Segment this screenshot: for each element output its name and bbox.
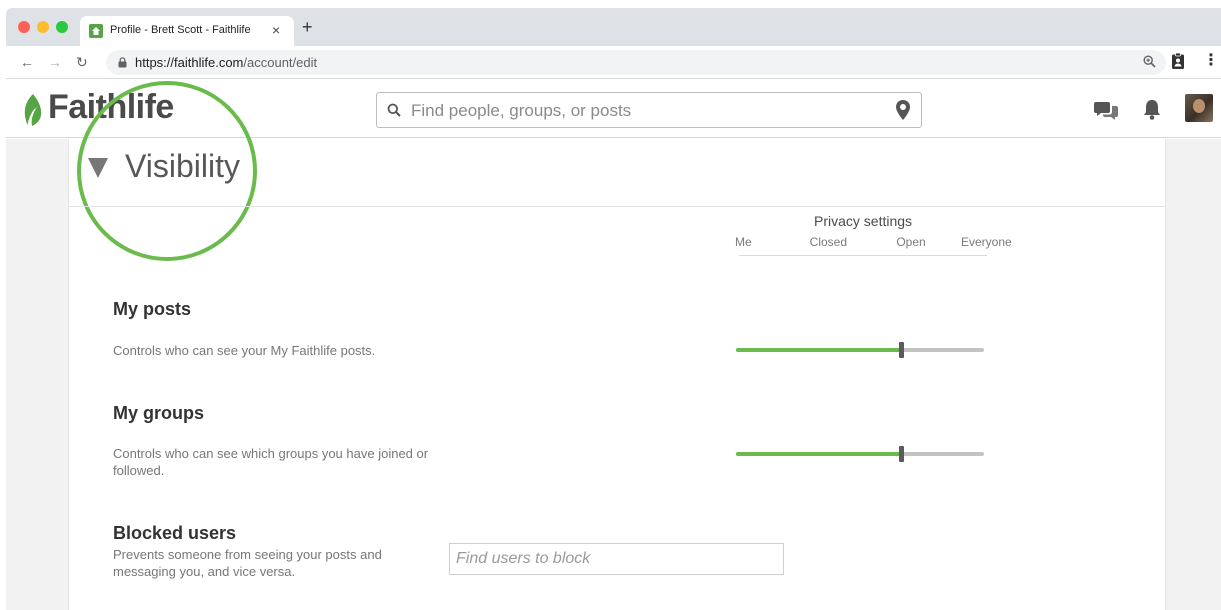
location-pin-icon[interactable]: [895, 99, 911, 121]
section-divider: [69, 206, 1165, 207]
privacy-scale-line: [739, 255, 987, 256]
url-path: /account/edit: [243, 55, 318, 70]
my-groups-visibility-slider[interactable]: [736, 446, 984, 462]
clipboard-extension-icon[interactable]: [1171, 52, 1185, 70]
blocked-users-title: Blocked users: [113, 523, 237, 543]
privacy-settings-title: Privacy settings: [814, 213, 913, 229]
url-host: https://faithlife.com: [135, 55, 244, 70]
reload-icon[interactable]: ↻: [76, 54, 88, 70]
url-text: https://faithlife.com/account/edit: [135, 55, 317, 70]
block-users-input[interactable]: [449, 543, 784, 575]
browser-tab-active[interactable]: Profile - Brett Scott - Faithlife ×: [80, 16, 294, 46]
browser-menu-icon[interactable]: ⋮: [1203, 52, 1219, 70]
faithlife-leaf-icon[interactable]: [20, 92, 46, 128]
faithlife-logo[interactable]: Faithlife: [48, 88, 174, 127]
avatar-face: [1193, 99, 1205, 113]
visibility-card: Visibility Privacy settings Me Closed Open…: [68, 81, 1166, 610]
user-avatar[interactable]: [1185, 94, 1213, 122]
close-window-button[interactable]: [18, 21, 30, 33]
privacy-level-closed: Closed: [809, 235, 848, 249]
faithlife-favicon-icon: [89, 24, 103, 38]
new-tab-button[interactable]: +: [302, 18, 313, 36]
collapse-caret-icon[interactable]: [87, 157, 109, 179]
privacy-scale: Me Closed Open Everyone: [729, 235, 1019, 265]
notifications-bell-icon[interactable]: [1142, 98, 1162, 120]
search-input[interactable]: [411, 99, 871, 123]
back-arrow-icon[interactable]: ←: [20, 54, 34, 70]
my-posts-visibility-slider[interactable]: [736, 342, 984, 358]
slider-handle[interactable]: [899, 446, 904, 462]
my-posts-description: Controls who can see your My Faithlife p…: [113, 343, 376, 358]
privacy-level-me: Me: [735, 235, 752, 249]
section-title: Visibility: [125, 148, 240, 184]
my-groups-title: My groups: [113, 403, 205, 423]
slider-fill: [736, 348, 901, 352]
messages-icon[interactable]: [1094, 100, 1118, 120]
my-posts-title: My posts: [113, 299, 192, 319]
forward-arrow-icon[interactable]: →: [48, 54, 62, 70]
minimize-window-button[interactable]: [37, 21, 49, 33]
slider-fill: [736, 452, 901, 456]
zoom-icon[interactable]: [1143, 55, 1156, 68]
site-search[interactable]: [376, 92, 922, 128]
blocked-users-description: Prevents someone from seeing your posts …: [113, 547, 382, 579]
maximize-window-button[interactable]: [56, 21, 68, 33]
my-groups-description: Controls who can see which groups you ha…: [113, 446, 429, 478]
address-bar[interactable]: https://faithlife.com/account/edit: [106, 50, 1166, 75]
slider-handle[interactable]: [899, 342, 904, 358]
privacy-level-open: Open: [896, 235, 926, 249]
privacy-level-everyone: Everyone: [961, 235, 1012, 249]
lock-icon: [118, 57, 127, 68]
search-icon: [387, 103, 401, 117]
site-header: Faithlife: [6, 80, 1221, 138]
browser-window: Profile - Brett Scott - Faithlife × + ← …: [6, 8, 1221, 610]
tab-title: Profile - Brett Scott - Faithlife: [110, 24, 251, 36]
tab-close-icon[interactable]: ×: [272, 22, 280, 38]
browser-toolbar: ← → ↻ https://faithlife.com/account/edit…: [6, 46, 1221, 79]
browser-titlebar: Profile - Brett Scott - Faithlife × +: [6, 8, 1221, 46]
